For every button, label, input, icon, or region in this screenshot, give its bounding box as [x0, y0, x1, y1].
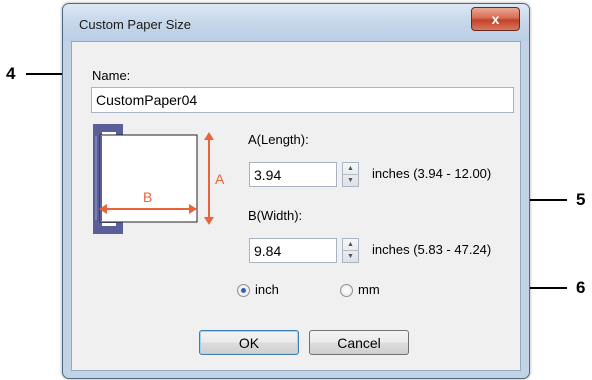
length-input[interactable]: 3.94 — [249, 162, 337, 187]
radio-inch-button[interactable] — [237, 284, 250, 297]
dialog-title: Custom Paper Size — [79, 17, 191, 32]
name-label: Name: — [92, 68, 131, 83]
width-label: B(Width): — [248, 208, 303, 223]
callout-6: 6 — [576, 278, 586, 297]
paper-size-illustration: A B — [93, 124, 225, 234]
name-input[interactable]: CustomPaper04 — [91, 87, 514, 113]
length-decrement-button[interactable]: ▼ — [343, 175, 358, 187]
close-icon: x — [491, 11, 500, 27]
dialog-body: Name: CustomPaper04 A B A(Length): 3.94 … — [71, 41, 521, 371]
arrow-up-icon: ▲ — [347, 240, 354, 248]
width-range-text: inches (5.83 - 47.24) — [372, 242, 492, 257]
length-label: A(Length): — [248, 132, 309, 147]
custom-paper-size-dialog: Custom Paper Size x Name: CustomPaper04 — [62, 3, 530, 379]
paper-diagram-icon — [93, 124, 214, 234]
width-input[interactable]: 9.84 — [249, 238, 337, 263]
close-button[interactable]: x — [471, 7, 520, 31]
arrow-up-icon: ▲ — [347, 164, 354, 172]
callout-5: 5 — [576, 190, 586, 209]
length-increment-button[interactable]: ▲ — [343, 163, 358, 175]
radio-mm[interactable]: mm — [340, 282, 410, 298]
radio-inch[interactable]: inch — [237, 282, 307, 298]
callout-4: 4 — [6, 64, 16, 83]
radio-mm-label: mm — [358, 282, 380, 297]
arrow-down-icon: ▼ — [347, 252, 354, 260]
length-range-text: inches (3.94 - 12.00) — [372, 166, 492, 181]
width-spinner[interactable]: ▲ ▼ — [342, 238, 359, 263]
radio-inch-label: inch — [255, 282, 279, 297]
title-bar[interactable]: Custom Paper Size x — [63, 4, 529, 41]
dimension-b-label: B — [143, 189, 153, 205]
length-spinner[interactable]: ▲ ▼ — [342, 162, 359, 187]
dimension-a-label: A — [215, 171, 225, 187]
radio-selected-dot — [241, 288, 246, 293]
radio-mm-button[interactable] — [340, 284, 353, 297]
arrow-down-icon: ▼ — [347, 176, 354, 184]
cancel-button[interactable]: Cancel — [309, 330, 409, 355]
width-decrement-button[interactable]: ▼ — [343, 251, 358, 263]
ok-button[interactable]: OK — [199, 330, 299, 355]
width-increment-button[interactable]: ▲ — [343, 239, 358, 251]
